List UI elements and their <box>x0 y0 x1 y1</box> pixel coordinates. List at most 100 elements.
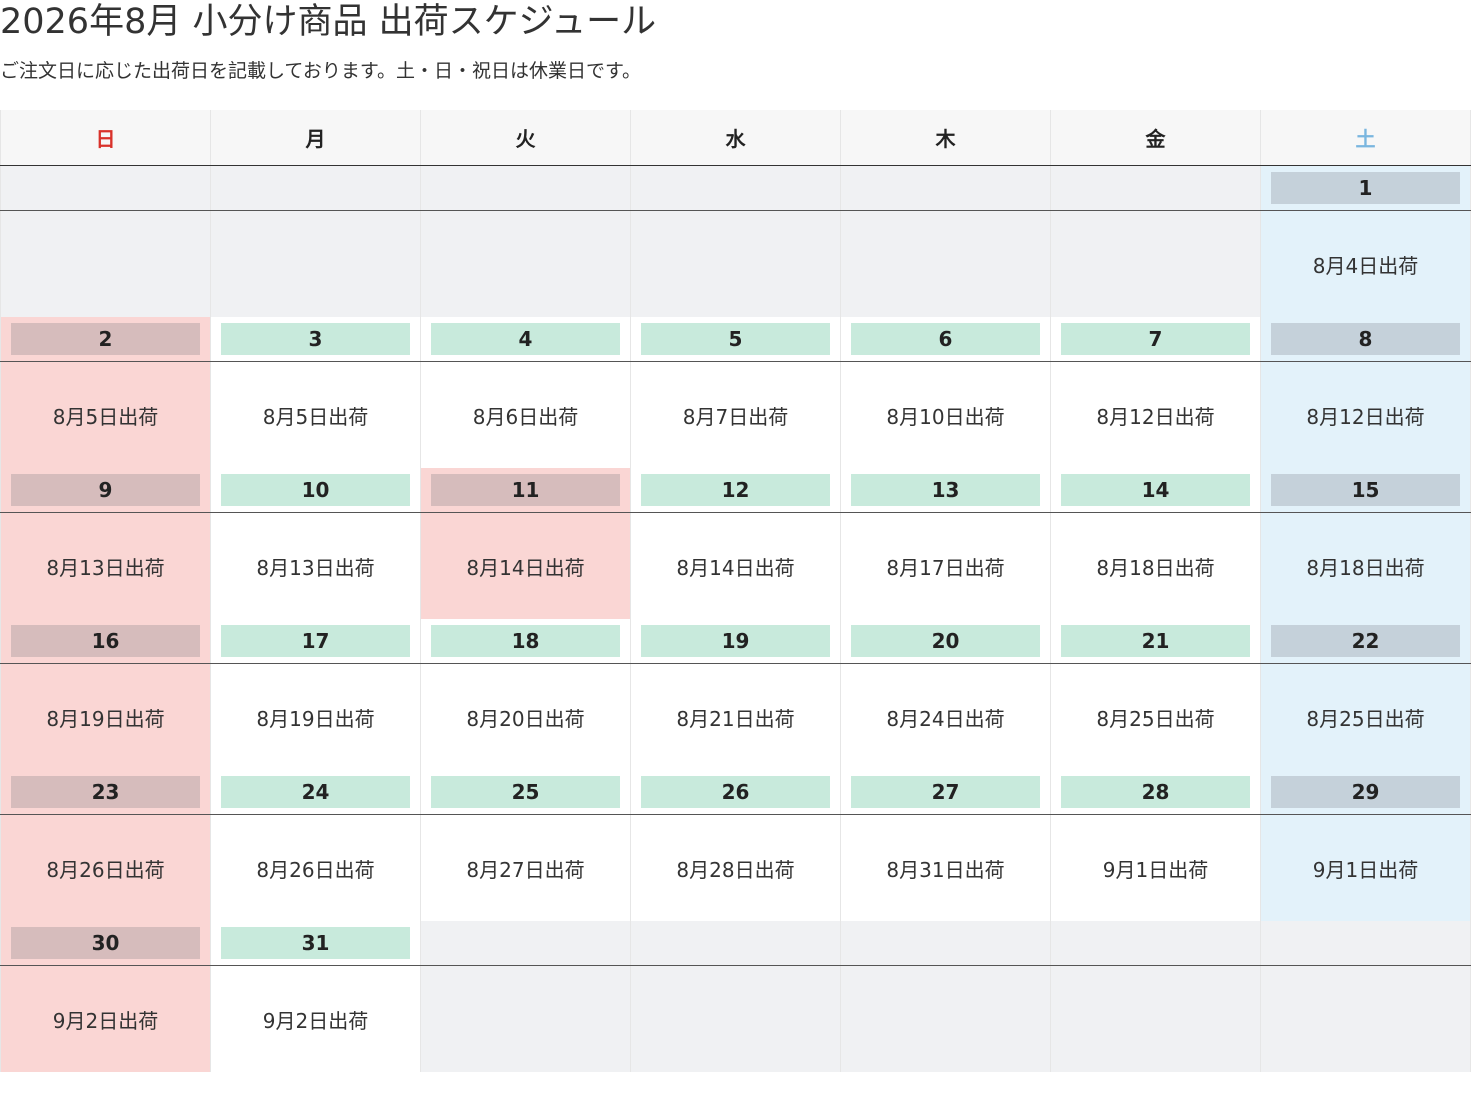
date-cell: 17 <box>210 619 421 664</box>
date-number-badge: 8 <box>1271 323 1460 355</box>
ship-date-cell: 8月26日出荷 <box>0 814 211 921</box>
ship-date-label: 8月14日出荷 <box>676 555 795 580</box>
ship-date-cell: 8月13日出荷 <box>210 512 421 619</box>
date-cell: 2 <box>0 317 211 362</box>
ship-date-cell: 8月13日出荷 <box>0 512 211 619</box>
empty-date-cell <box>420 921 631 966</box>
ship-date-cell: 9月2日出荷 <box>210 965 421 1072</box>
date-number-badge: 18 <box>431 625 620 657</box>
ship-date-label: 8月21日出荷 <box>676 706 795 731</box>
week-date-row: 30 31 <box>0 921 1471 966</box>
date-number-badge: 4 <box>431 323 620 355</box>
empty-ship-cell <box>420 210 631 317</box>
weekday-header-row: 日 月 火 水 木 金 土 <box>0 110 1471 166</box>
date-cell: 23 <box>0 770 211 815</box>
empty-ship-cell <box>420 965 631 1072</box>
date-cell: 29 <box>1260 770 1471 815</box>
ship-date-cell: 9月1日出荷 <box>1050 814 1261 921</box>
ship-date-label: 8月25日出荷 <box>1306 706 1425 731</box>
empty-date-cell <box>210 165 421 211</box>
ship-date-label: 8月20日出荷 <box>466 706 585 731</box>
ship-date-label: 8月18日出荷 <box>1096 555 1215 580</box>
date-cell: 30 <box>0 921 211 966</box>
ship-date-cell: 9月1日出荷 <box>1260 814 1471 921</box>
weekday-header-sun: 日 <box>0 110 211 166</box>
date-number-badge: 26 <box>641 776 830 808</box>
date-cell: 28 <box>1050 770 1261 815</box>
date-number-badge: 10 <box>221 474 410 506</box>
week-ship-row: 9月2日出荷 9月2日出荷 <box>0 965 1471 1072</box>
empty-date-cell <box>630 921 841 966</box>
ship-date-label: 8月4日出荷 <box>1312 253 1419 278</box>
ship-date-label: 8月17日出荷 <box>886 555 1005 580</box>
date-cell: 1 <box>1260 165 1471 211</box>
week-date-row: 1 <box>0 165 1471 211</box>
ship-date-cell: 8月10日出荷 <box>840 361 1051 468</box>
date-cell: 20 <box>840 619 1051 664</box>
date-cell: 9 <box>0 468 211 513</box>
empty-ship-cell <box>1050 965 1261 1072</box>
ship-date-cell: 8月14日出荷 <box>420 512 631 619</box>
date-cell: 21 <box>1050 619 1261 664</box>
date-number-badge: 9 <box>11 474 200 506</box>
ship-date-label: 8月5日出荷 <box>262 404 369 429</box>
ship-date-cell: 8月5日出荷 <box>0 361 211 468</box>
ship-date-cell: 8月5日出荷 <box>210 361 421 468</box>
empty-ship-cell <box>630 965 841 1072</box>
ship-date-cell: 8月18日出荷 <box>1260 512 1471 619</box>
weekday-header-sat: 土 <box>1260 110 1471 166</box>
date-number-badge: 31 <box>221 927 410 959</box>
week-ship-row: 8月4日出荷 <box>0 210 1471 317</box>
ship-date-label: 8月10日出荷 <box>886 404 1005 429</box>
week-ship-row: 8月5日出荷 8月5日出荷 8月6日出荷 8月7日出荷 8月10日出荷 8月12日出荷 8月… <box>0 361 1471 468</box>
empty-date-cell <box>840 921 1051 966</box>
date-number-badge: 23 <box>11 776 200 808</box>
date-cell: 16 <box>0 619 211 664</box>
ship-date-label: 8月19日出荷 <box>256 706 375 731</box>
week-ship-row: 8月19日出荷 8月19日出荷 8月20日出荷 8月21日出荷 8月24日出荷 8月25日… <box>0 663 1471 770</box>
date-number-badge: 27 <box>851 776 1040 808</box>
date-number-badge: 29 <box>1271 776 1460 808</box>
date-cell: 11 <box>420 468 631 513</box>
date-cell: 15 <box>1260 468 1471 513</box>
ship-date-label: 8月31日出荷 <box>886 857 1005 882</box>
empty-date-cell <box>1050 921 1261 966</box>
ship-date-cell: 8月6日出荷 <box>420 361 631 468</box>
ship-date-cell: 8月20日出荷 <box>420 663 631 770</box>
date-number-badge: 1 <box>1271 172 1460 204</box>
ship-date-cell: 8月24日出荷 <box>840 663 1051 770</box>
date-number-badge: 17 <box>221 625 410 657</box>
date-cell: 25 <box>420 770 631 815</box>
date-number-badge: 14 <box>1061 474 1250 506</box>
week-date-row: 2345678 <box>0 317 1471 362</box>
ship-date-cell: 8月19日出荷 <box>0 663 211 770</box>
date-cell: 26 <box>630 770 841 815</box>
ship-date-cell: 8月25日出荷 <box>1260 663 1471 770</box>
empty-date-cell <box>1050 165 1261 211</box>
page-subtitle: ご注文日に応じた出荷日を記載しております。土・日・祝日は休業日です。 <box>0 60 642 82</box>
ship-date-label: 8月18日出荷 <box>1306 555 1425 580</box>
date-cell: 19 <box>630 619 841 664</box>
weekday-header-thu: 木 <box>840 110 1051 166</box>
ship-date-cell: 8月19日出荷 <box>210 663 421 770</box>
empty-ship-cell <box>840 965 1051 1072</box>
weekday-header-wed: 水 <box>630 110 841 166</box>
ship-date-label: 8月14日出荷 <box>466 555 585 580</box>
empty-ship-cell <box>840 210 1051 317</box>
date-cell: 14 <box>1050 468 1261 513</box>
date-cell: 27 <box>840 770 1051 815</box>
date-cell: 12 <box>630 468 841 513</box>
ship-date-label: 8月13日出荷 <box>46 555 165 580</box>
date-number-badge: 22 <box>1271 625 1460 657</box>
ship-date-label: 9月1日出荷 <box>1312 857 1419 882</box>
date-number-badge: 3 <box>221 323 410 355</box>
empty-date-cell <box>630 165 841 211</box>
ship-date-label: 8月26日出荷 <box>46 857 165 882</box>
ship-date-cell: 8月17日出荷 <box>840 512 1051 619</box>
calendar-body: 1 8月4日出荷 2 3 4 5 6 7 8 8月5日出荷 8月5日出荷 8月6日出荷 8月7日出荷 8月… <box>0 165 1471 1072</box>
date-number-badge: 19 <box>641 625 830 657</box>
date-number-badge: 2 <box>11 323 200 355</box>
date-number-badge: 21 <box>1061 625 1250 657</box>
ship-date-cell: 8月28日出荷 <box>630 814 841 921</box>
date-number-badge: 25 <box>431 776 620 808</box>
